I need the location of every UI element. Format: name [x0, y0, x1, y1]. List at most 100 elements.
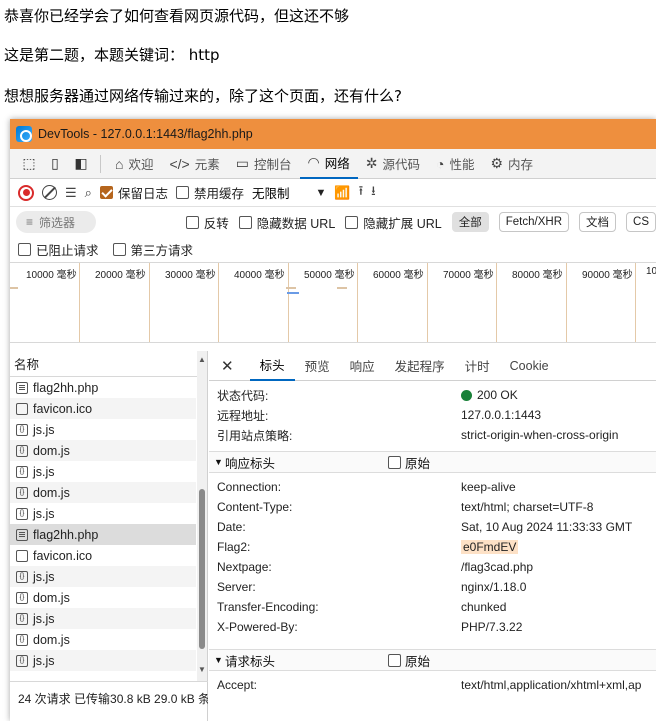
filter-icon: ≡: [26, 215, 34, 229]
request-row[interactable]: {} js.js: [10, 419, 196, 440]
timeline-tick-label: 30000 毫秒: [165, 270, 216, 281]
request-name: js.js: [33, 611, 55, 626]
column-header-name[interactable]: 名称: [10, 351, 207, 377]
upload-icon[interactable]: ⭱: [359, 182, 364, 204]
checkbox-unchecked[interactable]: [388, 653, 401, 667]
request-row[interactable]: flag2hh.php: [10, 377, 196, 398]
request-name: js.js: [33, 653, 55, 668]
checkbox-unchecked[interactable]: [238, 215, 252, 229]
detail-tabs: ✕ 标头 预览 响应 发起程序 计时 Cookie: [209, 351, 656, 381]
search-icon[interactable]: ⌕: [85, 185, 92, 201]
disable-cache-checkbox[interactable]: 禁用缓存: [175, 183, 244, 202]
timeline-tick: [79, 263, 80, 342]
filter-doc-button[interactable]: 文档: [579, 212, 617, 232]
timeline-tick: [496, 263, 497, 342]
filter-toggle-icon[interactable]: ☰: [65, 185, 77, 201]
scrollbar-thumb[interactable]: [199, 489, 205, 649]
console-icon: ▭: [235, 155, 249, 171]
filter-all-button[interactable]: 全部: [451, 212, 489, 232]
response-header-row: Transfer-Encoding: chunked: [217, 600, 507, 614]
checkbox-unchecked[interactable]: [18, 243, 31, 256]
checkbox-unchecked[interactable]: [175, 186, 189, 199]
download-icon[interactable]: ⭳: [371, 182, 376, 204]
tab-headers[interactable]: 标头: [249, 351, 295, 381]
general-row-remote-address: 远程地址: 127.0.0.1:1443: [217, 408, 542, 423]
timeline-tick-label: 10000 毫秒: [26, 270, 77, 281]
request-list-scrollbar[interactable]: ▲ ▼: [197, 351, 207, 681]
timeline-tick: [566, 263, 567, 342]
document-icon: [16, 528, 28, 541]
throttling-select[interactable]: 无限制 ▼: [252, 183, 326, 202]
dock-side-icon[interactable]: ◧: [68, 152, 94, 176]
tab-preview[interactable]: 预览: [295, 351, 340, 381]
device-emulation-icon[interactable]: ▯: [42, 152, 68, 176]
caret-down-icon: ▼: [315, 186, 327, 199]
request-name: js.js: [33, 506, 55, 521]
inspect-element-icon[interactable]: ⬚: [16, 152, 42, 176]
raw-checkbox[interactable]: 原始: [388, 453, 430, 472]
tab-initiator[interactable]: 发起程序: [385, 351, 455, 381]
timeline-tick-label: 70000 毫秒: [443, 270, 494, 281]
devtools-titlebar[interactable]: DevTools - 127.0.0.1:1443/flag2hh.php: [10, 119, 656, 149]
request-row[interactable]: {} dom.js: [10, 440, 196, 461]
home-icon: ⌂: [115, 155, 124, 172]
request-headers-section[interactable]: ▼ 请求标头 原始: [209, 649, 656, 671]
request-row[interactable]: flag2hh.php: [10, 524, 196, 545]
hide-extension-url-checkbox[interactable]: 隐藏扩展 URL: [345, 213, 442, 232]
tab-memory[interactable]: ⚙ 内存: [482, 149, 541, 179]
request-row[interactable]: {} js.js: [10, 461, 196, 482]
tab-sources[interactable]: ✲ 源代码: [358, 149, 428, 179]
expand-arrow-icon: ▼: [214, 457, 223, 467]
tab-elements[interactable]: </> 元素: [161, 149, 227, 179]
checkbox-unchecked[interactable]: [185, 215, 199, 229]
filter-fetch-xhr-button[interactable]: Fetch/XHR: [498, 212, 570, 232]
checkbox-unchecked[interactable]: [388, 455, 401, 469]
filter-input[interactable]: ≡ 筛选器: [16, 211, 96, 233]
filter-css-button[interactable]: CS: [626, 212, 656, 232]
request-filter-row: 已阻止请求 第三方请求: [10, 237, 656, 263]
checkbox-unchecked[interactable]: [345, 215, 359, 229]
checkbox-checked[interactable]: [99, 186, 113, 199]
clear-button[interactable]: [42, 185, 57, 200]
request-name: js.js: [33, 569, 55, 584]
invert-checkbox[interactable]: 反转: [185, 213, 229, 232]
preserve-log-checkbox[interactable]: 保留日志: [99, 183, 168, 202]
timeline-tick-label: 80000 毫秒: [512, 270, 563, 281]
tab-cookies[interactable]: Cookie: [500, 351, 559, 381]
timeline-bar: [287, 292, 299, 294]
tab-console[interactable]: ▭ 控制台: [228, 149, 300, 179]
request-row[interactable]: {} js.js: [10, 503, 196, 524]
record-button[interactable]: [18, 184, 34, 201]
network-toolbar: ☰ ⌕ 保留日志 禁用缓存 无限制 ▼ 📶 ⭱ ⭳: [10, 179, 656, 207]
tab-performance[interactable]: ◔ 性能: [428, 149, 482, 179]
scroll-down-icon[interactable]: ▼: [198, 665, 206, 674]
network-timeline[interactable]: 10000 毫秒 20000 毫秒 30000 毫秒 40000 毫秒 5000…: [10, 263, 656, 343]
close-icon[interactable]: ✕: [221, 357, 234, 375]
script-file-icon: {}: [16, 654, 28, 667]
response-headers-section[interactable]: ▼ 响应标头 原始: [209, 451, 656, 473]
tab-welcome[interactable]: ⌂ 欢迎: [107, 149, 161, 179]
request-row[interactable]: {} js.js: [10, 566, 196, 587]
tab-timing[interactable]: 计时: [455, 351, 500, 381]
script-file-icon: {}: [16, 507, 28, 520]
flag2-value: e0FmdEV: [461, 540, 519, 554]
request-row[interactable]: favicon.ico: [10, 545, 196, 566]
script-file-icon: {}: [16, 591, 28, 604]
checkbox-unchecked[interactable]: [112, 243, 126, 256]
scroll-up-icon[interactable]: ▲: [198, 355, 206, 364]
request-row[interactable]: {} dom.js: [10, 482, 196, 503]
timeline-tick-label: 50000 毫秒: [304, 270, 355, 281]
tab-network[interactable]: ◠ 网络: [299, 149, 358, 179]
third-party-checkbox[interactable]: 第三方请求: [112, 240, 193, 259]
hide-data-url-checkbox[interactable]: 隐藏数据 URL: [238, 213, 335, 232]
blocked-requests-checkbox[interactable]: 已阻止请求: [18, 240, 99, 259]
request-row[interactable]: {} dom.js: [10, 587, 196, 608]
raw-checkbox[interactable]: 原始: [388, 651, 430, 670]
network-conditions-icon[interactable]: 📶: [334, 185, 350, 201]
request-row[interactable]: favicon.ico: [10, 398, 196, 419]
request-row[interactable]: {} js.js: [10, 608, 196, 629]
timeline-tick-label: 10: [646, 266, 656, 277]
request-row[interactable]: {} js.js: [10, 650, 196, 671]
request-row[interactable]: {} dom.js: [10, 629, 196, 650]
tab-response[interactable]: 响应: [340, 351, 385, 381]
